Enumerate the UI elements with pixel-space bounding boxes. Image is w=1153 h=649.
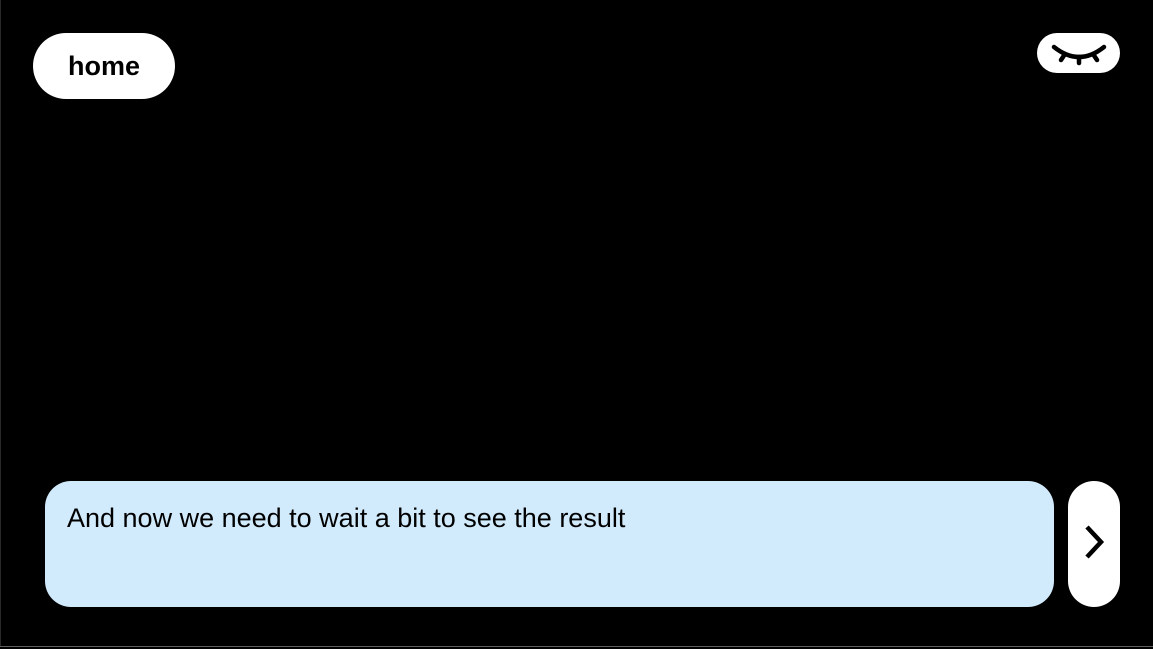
message-input[interactable]: And now we need to wait a bit to see the… [45, 481, 1054, 607]
home-button[interactable]: home [33, 33, 175, 99]
visibility-toggle-button[interactable] [1037, 33, 1120, 73]
send-button[interactable] [1068, 481, 1120, 607]
frame-border-bottom [0, 646, 1153, 647]
chevron-right-icon [1081, 522, 1107, 567]
closed-eye-icon [1051, 40, 1107, 66]
frame-border-left [0, 0, 1, 647]
app-screen: home And now we need to wait a bit to se… [0, 0, 1153, 649]
